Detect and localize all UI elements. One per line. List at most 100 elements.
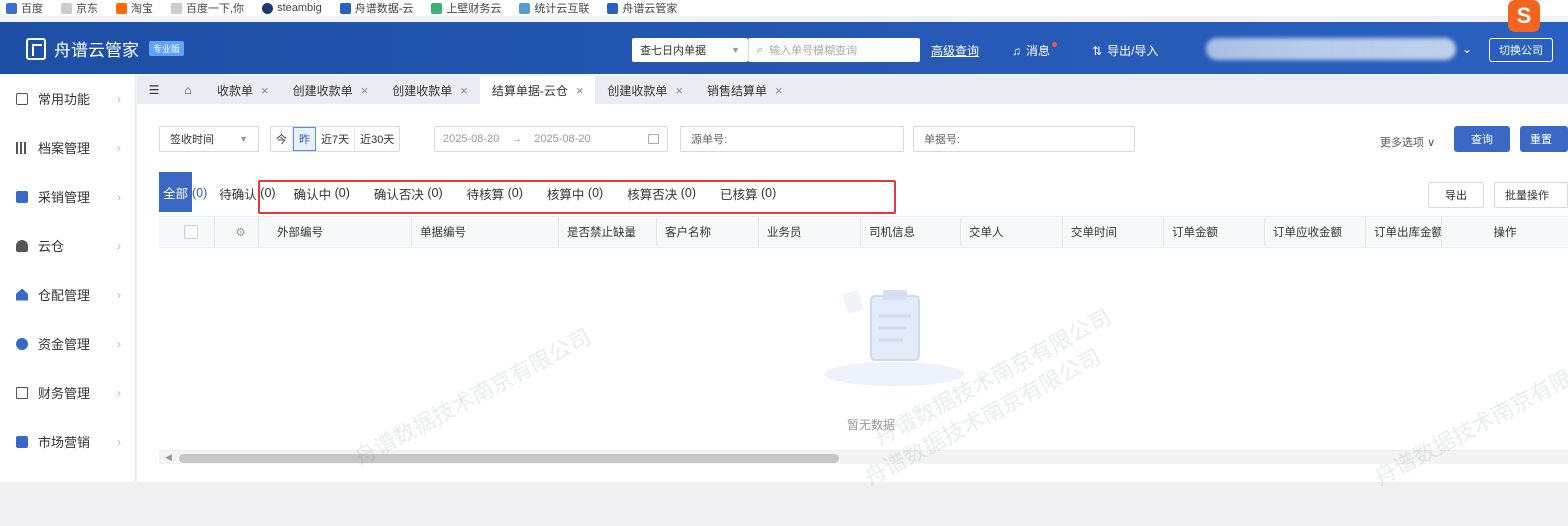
sidebar-item-label: 档案管理	[38, 141, 91, 156]
status-tab-pending-accounting[interactable]: 待核算 (0)	[467, 174, 523, 212]
status-tab-accounted[interactable]: 已核算 (0)	[720, 174, 776, 212]
unread-dot	[1052, 42, 1058, 47]
page-icon	[61, 2, 72, 14]
close-icon[interactable]: ×	[460, 83, 468, 98]
brand[interactable]: 舟谱云管家 专业版	[26, 36, 185, 61]
more-options-toggle[interactable]: 更多选项 ∨	[1380, 134, 1435, 150]
select-all-checkbox[interactable]	[183, 225, 198, 239]
bookmark-item[interactable]: 上壁财务云	[431, 0, 501, 16]
gear-icon[interactable]: ⚙	[215, 217, 259, 247]
col-doc-no[interactable]: 单据编号	[412, 217, 559, 247]
bookmark-item[interactable]: 京东	[61, 0, 98, 16]
caret-down-icon: ▼	[239, 134, 248, 144]
logo-icon	[26, 37, 46, 60]
sort-icon: ⇅	[1092, 43, 1103, 58]
source-no-input[interactable]: 源单号:	[680, 126, 904, 152]
date-scope-value: 查七日内单据	[640, 45, 706, 57]
reset-button[interactable]: 重置	[1520, 126, 1568, 152]
status-tabs: 全部 (0) 待确认 (0) 确认中 (0) 确认否决 (0) 待核算 (0) …	[159, 172, 776, 212]
sidebar-item-finance[interactable]: 财务管理 ›	[0, 368, 135, 417]
bookmark-item[interactable]: 百度	[6, 0, 43, 16]
sidebar-item-marketing[interactable]: 市场营销 ›	[0, 417, 135, 466]
col-salesperson[interactable]: 业务员	[759, 217, 861, 247]
tab-create-receipt[interactable]: 创建收款单 ×	[595, 76, 695, 104]
query-button[interactable]: 查询	[1454, 126, 1510, 152]
close-icon[interactable]: ×	[675, 83, 683, 98]
home-icon[interactable]: ⌂	[171, 76, 205, 104]
warehouse-icon	[16, 288, 28, 301]
tab-label: 创建收款单	[607, 83, 668, 98]
col-prohibit-shortage[interactable]: 是否禁止缺量	[559, 217, 657, 247]
table-header: ⚙ 外部编号 单据编号 是否禁止缺量 客户名称 业务员 司机信息 交单人 交单时…	[159, 216, 1568, 248]
bookmark-item[interactable]: 淘宝	[116, 0, 153, 16]
messages-button[interactable]: ♫ 消息	[1012, 42, 1060, 59]
sidebar-item-funds[interactable]: 资金管理 ›	[0, 319, 135, 368]
range-yesterday[interactable]: 昨	[293, 127, 316, 151]
sidebar-item-purchase-sales[interactable]: 采销管理 ›	[0, 172, 135, 221]
close-icon[interactable]: ×	[261, 83, 269, 98]
tab-receipt[interactable]: 收款单 ×	[205, 76, 281, 104]
range-today[interactable]: 今	[271, 127, 293, 151]
chevron-down-icon[interactable]: ⌄	[1462, 42, 1472, 56]
chevron-down-icon: ∨	[1427, 137, 1436, 149]
tab-settlement-cloud[interactable]: 结算单据-云仓 ×	[479, 76, 596, 104]
main-panel: 签收时间 ▼ 今 昨 近7天 近30天 2025-08-20 → 2025-08…	[137, 104, 1568, 482]
close-icon[interactable]: ×	[361, 83, 369, 98]
col-outbound-amount[interactable]: 订单出库金额	[1366, 217, 1442, 247]
bottom-area	[0, 482, 1568, 526]
range-7days[interactable]: 近7天	[316, 127, 356, 151]
tab-sales-settlement[interactable]: 销售结算单 ×	[695, 76, 795, 104]
bookmark-item[interactable]: 统计云互联	[519, 0, 589, 16]
col-receivable-amount[interactable]: 订单应收金额	[1265, 217, 1366, 247]
tab-label: 创建收款单	[392, 83, 453, 98]
horizontal-scrollbar[interactable]: ◀	[159, 450, 1568, 464]
col-order-amount[interactable]: 订单金额	[1164, 217, 1265, 247]
range-30days[interactable]: 近30天	[355, 127, 399, 151]
export-import-button[interactable]: ⇅ 导出/导入	[1092, 42, 1158, 59]
search-placeholder: 输入单号模糊查询	[769, 45, 858, 57]
date-range-picker[interactable]: 2025-08-20 → 2025-08-20	[434, 126, 668, 152]
col-external-no[interactable]: 外部编号	[259, 217, 412, 247]
sidebar-item-archive[interactable]: 档案管理 ›	[0, 123, 135, 172]
batch-actions-button[interactable]: 批量操作	[1494, 182, 1568, 208]
user-info-blurred[interactable]	[1206, 38, 1456, 60]
brand-name: 舟谱云管家	[54, 41, 139, 61]
status-tab-accounting-rejected[interactable]: 核算否决 (0)	[627, 174, 696, 212]
export-button[interactable]: 导出	[1428, 182, 1484, 208]
scroll-thumb[interactable]	[179, 454, 839, 463]
switch-company-button[interactable]: 切换公司	[1489, 38, 1553, 62]
col-driver-info[interactable]: 司机信息	[861, 217, 961, 247]
tab-create-receipt[interactable]: 创建收款单 ×	[281, 76, 381, 104]
advanced-query-link[interactable]: 高级查询	[931, 42, 979, 59]
col-submit-time[interactable]: 交单时间	[1063, 217, 1164, 247]
chevron-right-icon: ›	[117, 287, 121, 302]
sidebar-item-distribution[interactable]: 仓配管理 ›	[0, 270, 135, 319]
cart-icon	[16, 190, 28, 203]
doc-no-input[interactable]: 单据号:	[913, 126, 1135, 152]
sogou-ime-icon[interactable]: S	[1508, 0, 1540, 32]
status-tab-all[interactable]: 全部	[159, 172, 193, 212]
date-scope-select[interactable]: 查七日内单据 ▼	[632, 38, 748, 62]
col-customer-name[interactable]: 客户名称	[657, 217, 759, 247]
status-tab-accounting[interactable]: 核算中 (0)	[547, 174, 603, 212]
close-icon[interactable]: ×	[576, 83, 584, 98]
status-tab-confirm-rejected[interactable]: 确认否决 (0)	[374, 174, 443, 212]
col-submitter[interactable]: 交单人	[961, 217, 1063, 247]
empty-text: 暂无数据	[847, 418, 896, 432]
status-tab-confirming[interactable]: 确认中 (0)	[294, 174, 350, 212]
tab-create-receipt[interactable]: 创建收款单 ×	[380, 76, 480, 104]
bookmark-item[interactable]: 舟谱云管家	[607, 0, 677, 16]
sidebar-item-common[interactable]: 常用功能 ›	[0, 74, 135, 123]
bookmark-item[interactable]: 舟谱数据-云	[339, 0, 413, 16]
menu-toggle-icon[interactable]: ☰	[137, 76, 171, 104]
order-search-input[interactable]: ⌕ 输入单号模糊查询	[748, 38, 920, 62]
bookmark-item[interactable]: steambig	[262, 2, 322, 14]
scroll-left-icon[interactable]: ◀	[165, 452, 172, 463]
caret-down-icon: ▼	[731, 45, 740, 55]
close-icon[interactable]: ×	[775, 83, 783, 98]
chevron-right-icon: ›	[117, 385, 121, 400]
time-field-select[interactable]: 签收时间 ▼	[159, 126, 259, 152]
bookmark-item[interactable]: 百度一下,你	[171, 0, 244, 16]
sidebar-item-cloud-warehouse[interactable]: 云仓 ›	[0, 221, 135, 270]
status-tab-pending-confirm[interactable]: 待确认 (0)	[219, 174, 275, 212]
